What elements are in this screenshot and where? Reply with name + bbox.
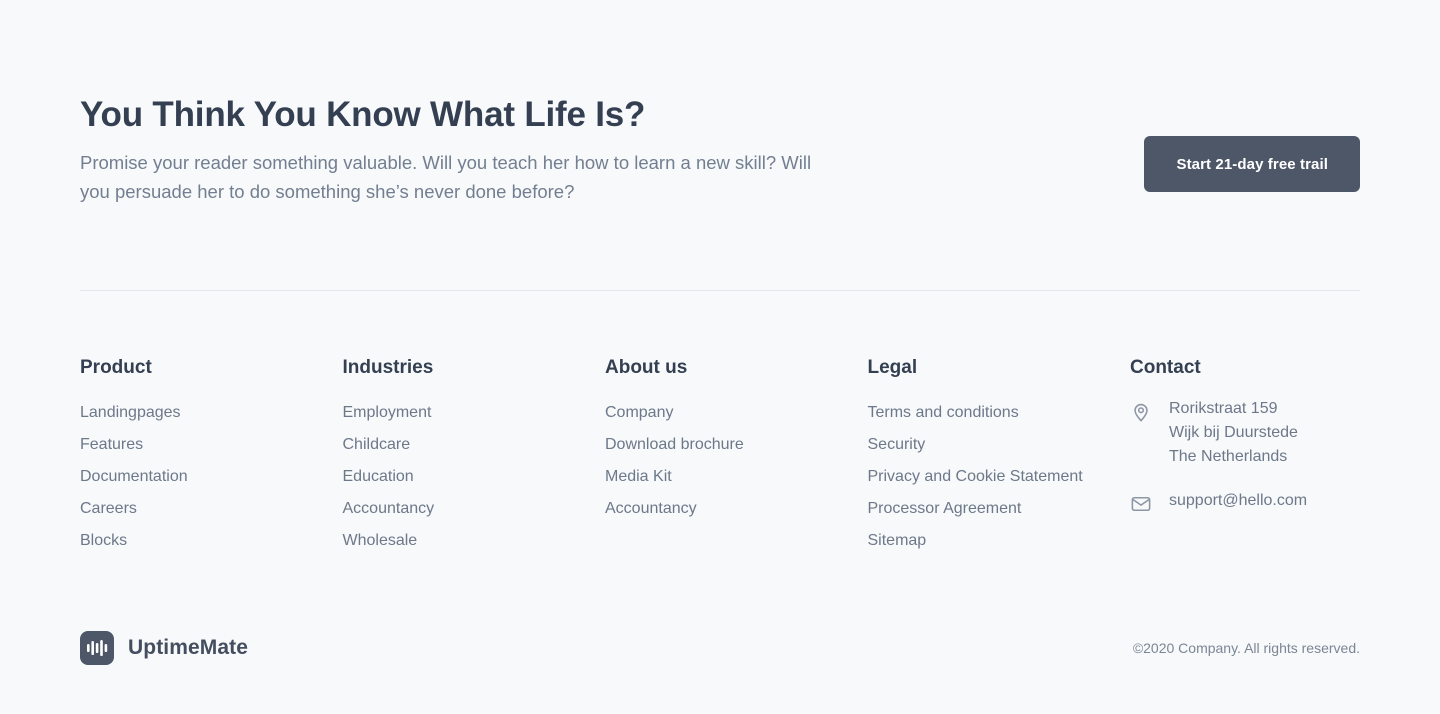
contact-email-link[interactable]: support@hello.com bbox=[1169, 489, 1307, 513]
footer-link-download-brochure[interactable]: Download brochure bbox=[605, 429, 744, 461]
footer-column-title: Contact bbox=[1130, 357, 1201, 378]
envelope-icon bbox=[1130, 493, 1152, 515]
list-item: Careers bbox=[80, 493, 343, 525]
contact-address: Rorikstraat 159 Wijk bij Duurstede The N… bbox=[1169, 397, 1298, 469]
list-item: Features bbox=[80, 429, 343, 461]
footer-link-landingpages[interactable]: Landingpages bbox=[80, 397, 181, 429]
footer-link-list: Terms and conditions Security Privacy an… bbox=[868, 397, 1131, 557]
footer-link-media-kit[interactable]: Media Kit bbox=[605, 461, 672, 493]
footer-link-wholesale[interactable]: Wholesale bbox=[343, 525, 418, 557]
list-item: Education bbox=[343, 461, 606, 493]
list-item: Employment bbox=[343, 397, 606, 429]
footer-column-about-us: About us Company Download brochure Media… bbox=[605, 356, 868, 557]
list-item: Media Kit bbox=[605, 461, 868, 493]
footer-columns: Product Landingpages Features Documentat… bbox=[80, 356, 1360, 557]
footer-link-education[interactable]: Education bbox=[343, 461, 414, 493]
brand-name: UptimeMate bbox=[128, 636, 249, 659]
list-item: Terms and conditions bbox=[868, 397, 1131, 429]
address-line-3: The Netherlands bbox=[1169, 448, 1288, 465]
footer-link-sitemap[interactable]: Sitemap bbox=[868, 525, 927, 557]
footer-bottom-bar: UptimeMate ©2020 Company. All rights res… bbox=[80, 631, 1360, 665]
address-line-1: Rorikstraat 159 bbox=[1169, 400, 1278, 417]
footer-link-list: Company Download brochure Media Kit Acco… bbox=[605, 397, 868, 525]
cta-title: You Think You Know What Life Is? bbox=[80, 95, 646, 134]
footer-column-legal: Legal Terms and conditions Security Priv… bbox=[868, 356, 1131, 557]
footer-link-features[interactable]: Features bbox=[80, 429, 143, 461]
footer-link-list: Landingpages Features Documentation Care… bbox=[80, 397, 343, 557]
brand-logo-link[interactable]: UptimeMate bbox=[80, 631, 248, 665]
list-item: Privacy and Cookie Statement bbox=[868, 461, 1131, 493]
footer-column-title: Product bbox=[80, 357, 152, 378]
footer-link-childcare[interactable]: Childcare bbox=[343, 429, 411, 461]
footer-page: You Think You Know What Life Is? Promise… bbox=[0, 0, 1440, 714]
footer-link-accountancy[interactable]: Accountancy bbox=[343, 493, 435, 525]
section-divider bbox=[80, 290, 1360, 291]
footer-column-title: Legal bbox=[867, 357, 918, 378]
footer-column-product: Product Landingpages Features Documentat… bbox=[80, 356, 343, 557]
footer-link-list: Employment Childcare Education Accountan… bbox=[343, 397, 606, 557]
footer-link-processor-agreement[interactable]: Processor Agreement bbox=[868, 493, 1022, 525]
list-item: Landingpages bbox=[80, 397, 343, 429]
cta-subtitle: Promise your reader something valuable. … bbox=[80, 152, 812, 202]
footer-link-security[interactable]: Security bbox=[868, 429, 926, 461]
list-item: Wholesale bbox=[343, 525, 606, 557]
footer-link-privacy-and-cookie-statement[interactable]: Privacy and Cookie Statement bbox=[868, 461, 1083, 493]
footer-link-blocks[interactable]: Blocks bbox=[80, 525, 127, 557]
footer-link-employment[interactable]: Employment bbox=[343, 397, 432, 429]
footer-link-documentation[interactable]: Documentation bbox=[80, 461, 188, 493]
list-item: Download brochure bbox=[605, 429, 868, 461]
address-line-2: Wijk bij Duurstede bbox=[1169, 424, 1298, 441]
footer-link-terms-and-conditions[interactable]: Terms and conditions bbox=[868, 397, 1019, 429]
contact-email-row: support@hello.com bbox=[1130, 489, 1393, 515]
list-item: Sitemap bbox=[868, 525, 1131, 557]
footer-column-title: About us bbox=[605, 357, 688, 378]
footer-link-accountancy-about[interactable]: Accountancy bbox=[605, 493, 697, 525]
list-item: Accountancy bbox=[605, 493, 868, 525]
footer-link-careers[interactable]: Careers bbox=[80, 493, 137, 525]
map-pin-icon bbox=[1130, 401, 1152, 423]
list-item: Accountancy bbox=[343, 493, 606, 525]
cta-section: You Think You Know What Life Is? Promise… bbox=[80, 90, 1360, 206]
contact-address-row: Rorikstraat 159 Wijk bij Duurstede The N… bbox=[1130, 397, 1393, 469]
list-item: Childcare bbox=[343, 429, 606, 461]
waveform-logo-icon bbox=[80, 631, 114, 665]
start-free-trial-button[interactable]: Start 21-day free trail bbox=[1144, 136, 1360, 192]
list-item: Documentation bbox=[80, 461, 343, 493]
copyright-text: ©2020 Company. All rights reserved. bbox=[1132, 640, 1360, 656]
list-item: Blocks bbox=[80, 525, 343, 557]
footer-column-contact: Contact Rorikstraat 159 Wijk bij Duurste… bbox=[1130, 356, 1393, 557]
cta-text-block: You Think You Know What Life Is? Promise… bbox=[80, 90, 840, 206]
list-item: Processor Agreement bbox=[868, 493, 1131, 525]
footer-column-title: Industries bbox=[342, 357, 434, 378]
list-item: Security bbox=[868, 429, 1131, 461]
footer-link-company[interactable]: Company bbox=[605, 397, 673, 429]
list-item: Company bbox=[605, 397, 868, 429]
footer-column-industries: Industries Employment Childcare Educatio… bbox=[343, 356, 606, 557]
